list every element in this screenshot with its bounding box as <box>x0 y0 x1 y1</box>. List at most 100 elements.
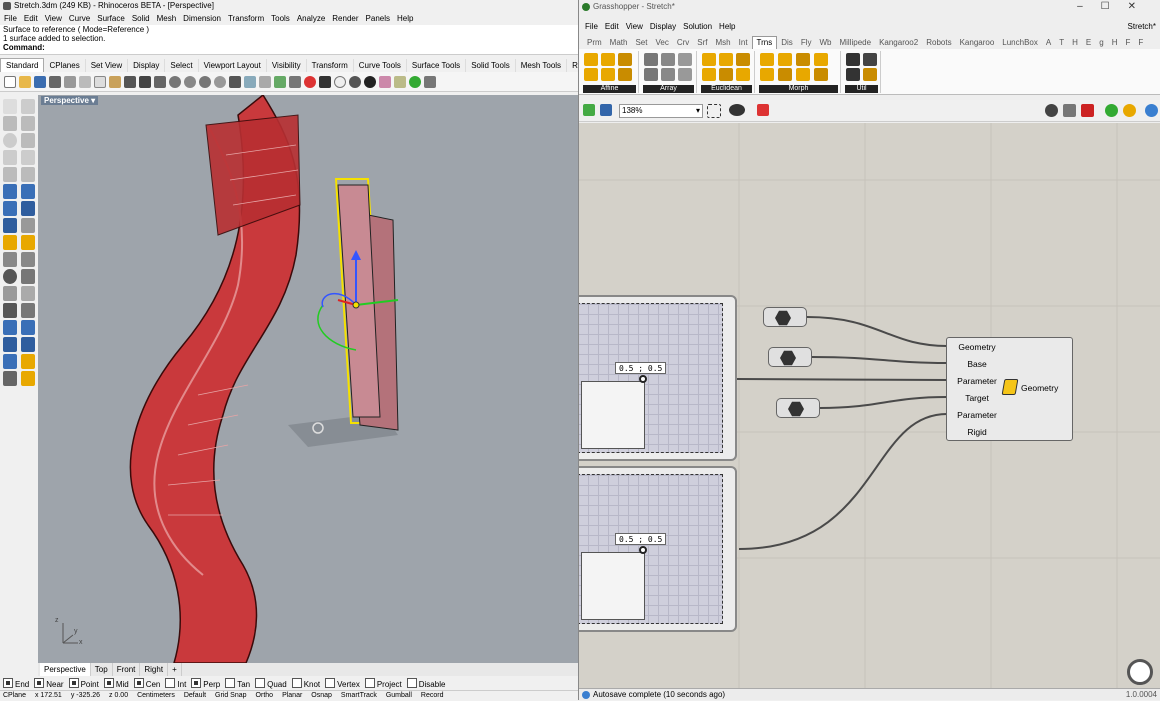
render-preview-icon[interactable] <box>1123 104 1136 117</box>
move-icon[interactable] <box>21 286 35 301</box>
render-icon[interactable] <box>21 235 35 250</box>
analyze-icon[interactable] <box>3 354 17 369</box>
tab-select[interactable]: Select <box>165 59 199 72</box>
gh-menu-edit[interactable]: Edit <box>605 21 619 32</box>
undo-icon[interactable] <box>124 75 136 88</box>
gh-menu-file[interactable]: File <box>585 21 598 32</box>
preview-shaded-icon[interactable] <box>1063 104 1076 117</box>
input-target[interactable]: Target <box>947 393 1007 403</box>
gh-menu-help[interactable]: Help <box>719 21 735 32</box>
open-file-icon[interactable] <box>583 104 595 116</box>
slider-handle[interactable] <box>639 375 647 383</box>
cplane-icon[interactable] <box>259 75 271 88</box>
stretch-component-icon[interactable] <box>814 53 828 66</box>
gh-tab[interactable]: Set <box>631 37 651 49</box>
arc-icon[interactable] <box>21 133 35 148</box>
text-icon[interactable] <box>3 303 17 318</box>
fillet-curve-icon[interactable] <box>21 167 35 182</box>
gh-tab[interactable]: Vec <box>651 37 672 49</box>
gh-menu-display[interactable]: Display <box>650 21 676 32</box>
wireframe-sphere-icon[interactable] <box>334 75 346 88</box>
kaleidoscope-icon[interactable] <box>678 68 692 81</box>
bend-icon[interactable] <box>760 53 774 66</box>
tab-standard[interactable]: Standard <box>0 58 45 72</box>
preview-selected-icon[interactable] <box>1081 104 1094 117</box>
shear-icon[interactable] <box>601 53 615 66</box>
rotate3d-icon[interactable] <box>736 53 750 66</box>
zoom-window-icon[interactable] <box>184 75 196 88</box>
orient-direction-icon[interactable] <box>702 68 716 81</box>
split-icon[interactable] <box>21 252 35 267</box>
menu-curve[interactable]: Curve <box>69 13 90 25</box>
display-options-icon[interactable] <box>1145 104 1158 117</box>
select-icon[interactable] <box>274 75 286 88</box>
light-icon[interactable] <box>289 75 301 88</box>
map-surface-icon[interactable] <box>778 68 792 81</box>
gh-tab[interactable]: Msh <box>712 37 735 49</box>
shaded-sphere-icon[interactable] <box>349 75 361 88</box>
import-icon[interactable] <box>64 75 76 88</box>
input-base[interactable]: Base <box>947 359 1007 369</box>
tab-visibility[interactable]: Visibility <box>267 59 307 72</box>
box-map-icon[interactable] <box>584 68 598 81</box>
plane-surface-icon[interactable] <box>3 184 17 199</box>
input-geometry[interactable]: Geometry <box>947 342 1007 352</box>
canvas-widget-icon[interactable] <box>1127 659 1153 685</box>
add-viewport-tab[interactable]: + <box>168 663 182 676</box>
gh-tab[interactable]: F <box>1121 37 1134 49</box>
curve-array-icon[interactable] <box>644 53 658 66</box>
menu-file[interactable]: File <box>4 13 17 25</box>
material-icon[interactable] <box>379 75 391 88</box>
gh-tab[interactable]: Int <box>735 37 752 49</box>
join-icon[interactable] <box>3 286 17 301</box>
grasshopper-icon[interactable] <box>409 75 421 88</box>
gh-tab[interactable]: Dis <box>777 37 797 49</box>
tab-top[interactable]: Top <box>91 663 113 676</box>
menu-view[interactable]: View <box>45 13 62 25</box>
box-param-chip[interactable] <box>776 398 820 418</box>
gh-menu-solution[interactable]: Solution <box>683 21 712 32</box>
twist-icon[interactable] <box>778 53 792 66</box>
gh-tab[interactable]: Wb <box>815 37 835 49</box>
preview-wire-icon[interactable] <box>1045 104 1058 117</box>
split-transform-icon[interactable] <box>863 53 877 66</box>
point-icon[interactable] <box>21 99 35 114</box>
box-icon[interactable] <box>3 201 17 216</box>
circle-icon[interactable] <box>3 133 17 148</box>
menu-solid[interactable]: Solid <box>132 13 150 25</box>
inverse-transform-icon[interactable] <box>846 68 860 81</box>
gh-tab[interactable]: g <box>1095 37 1107 49</box>
tab-display[interactable]: Display <box>128 59 166 72</box>
four-view-icon[interactable] <box>244 75 256 88</box>
explode-icon[interactable] <box>21 269 35 284</box>
loft-icon[interactable] <box>21 184 35 199</box>
sporph-icon[interactable] <box>814 68 828 81</box>
mirror-icon[interactable] <box>21 320 35 335</box>
new-file-icon[interactable] <box>4 75 16 88</box>
gh-tab[interactable]: LunchBox <box>998 37 1042 49</box>
print-icon[interactable] <box>49 75 61 88</box>
menu-panels[interactable]: Panels <box>366 13 390 25</box>
rotate-component-icon[interactable] <box>584 53 598 66</box>
sun-icon[interactable] <box>21 371 35 386</box>
array-icon[interactable] <box>3 320 17 335</box>
perspective-viewport[interactable]: Perspective ▾ z x y <box>38 95 578 663</box>
properties-icon[interactable] <box>319 75 331 88</box>
gh-tab[interactable]: H <box>1108 37 1122 49</box>
dimension-icon[interactable] <box>21 303 35 318</box>
menu-help[interactable]: Help <box>397 13 413 25</box>
save-icon[interactable] <box>34 75 46 88</box>
box-param-chip[interactable] <box>768 347 812 367</box>
orient-icon[interactable] <box>618 68 632 81</box>
tab-mesh-tools[interactable]: Mesh Tools <box>516 59 568 72</box>
gh-menu-view[interactable]: View <box>626 21 643 32</box>
pan-icon[interactable] <box>139 75 151 88</box>
curve-offset-icon[interactable] <box>3 167 17 182</box>
block-icon[interactable] <box>21 337 35 352</box>
gh-tab[interactable]: Millipede <box>835 37 875 49</box>
compound-icon[interactable] <box>846 53 860 66</box>
box-array-icon[interactable] <box>644 68 658 81</box>
zoom-extents-icon[interactable] <box>199 75 211 88</box>
gh-tab[interactable]: E <box>1082 37 1095 49</box>
md-slider-panel[interactable]: 0.5 ; 0.5 <box>579 466 737 632</box>
